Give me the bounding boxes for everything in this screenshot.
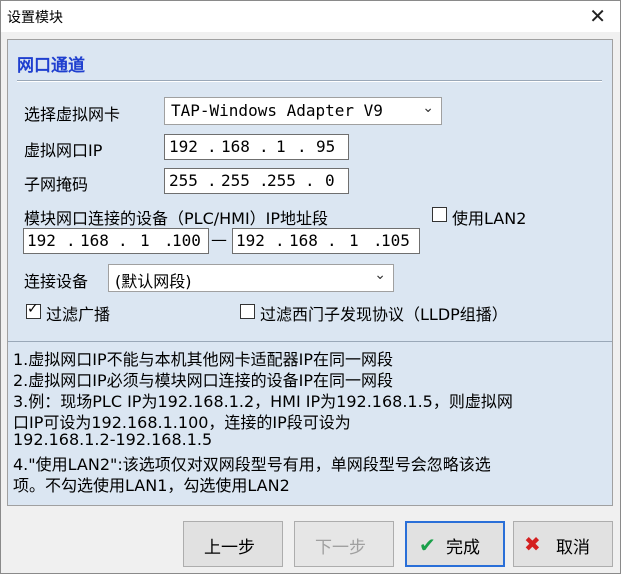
connect-device-value: (默认网段) <box>115 272 192 291</box>
note-line: 192.168.1.2-192.168.1.5 <box>13 430 213 449</box>
finish-button-label: 完成 <box>446 538 480 558</box>
ip-octet: 95 <box>316 137 336 156</box>
ip-octet: 255 <box>267 171 296 190</box>
filter-lldp-checkbox[interactable] <box>240 304 255 319</box>
next-button[interactable]: 下一步 <box>294 521 394 567</box>
ip-dot: . <box>275 231 285 250</box>
ip-dot: . <box>66 231 76 250</box>
notes-box: 1.虚拟网口IP不能与本机其他网卡适配器IP在同一网段 2.虚拟网口IP必须与模… <box>8 341 612 506</box>
adapter-select[interactable]: TAP-Windows Adapter V9 ⌄ <box>164 97 442 125</box>
chevron-down-icon: ⌄ <box>374 267 386 283</box>
chevron-down-icon: ⌄ <box>422 100 434 116</box>
ip-octet: 192 <box>236 231 265 250</box>
ip-octet: 168 <box>221 137 250 156</box>
virtual-ip-field[interactable]: 192 . 168 . 1 . 95 <box>164 134 349 160</box>
ip-dot: . <box>207 137 217 156</box>
ip-dot: . <box>207 171 217 190</box>
ip-octet: 192 <box>27 231 56 250</box>
use-lan2-checkbox[interactable] <box>432 207 447 222</box>
ip-octet: 0 <box>325 171 335 190</box>
virtual-ip-label: 虚拟网口IP <box>24 141 103 160</box>
close-icon[interactable]: ✕ <box>589 4 606 28</box>
ip-dot: . <box>327 231 337 250</box>
title-bar: 设置模块 ✕ <box>1 1 620 32</box>
device-ip-end-field[interactable]: 192 . 168 . 1 . 105 <box>232 228 420 254</box>
cancel-button-label: 取消 <box>556 538 590 558</box>
connect-device-label: 连接设备 <box>24 272 89 291</box>
ip-dot: . <box>259 137 269 156</box>
ip-octet: 1 <box>349 231 359 250</box>
prev-button-label: 上一步 <box>204 538 255 558</box>
ip-dot: . <box>297 137 307 156</box>
connect-device-select[interactable]: (默认网段) ⌄ <box>108 264 394 292</box>
ip-dot: . <box>118 231 128 250</box>
ip-octet: 168 <box>289 231 318 250</box>
ip-octet: 1 <box>276 137 286 156</box>
filter-broadcast-checkbox[interactable] <box>26 301 41 319</box>
device-ip-label: 模块网口连接的设备（PLC/HMI）IP地址段 <box>24 209 329 228</box>
settings-dialog: 设置模块 ✕ 网口通道 选择虚拟网卡 TAP-Windows Adapter V… <box>0 0 621 574</box>
ip-octet: 105 <box>381 231 410 250</box>
ip-octet: 168 <box>80 231 109 250</box>
section-title: 网口通道 <box>17 56 85 76</box>
section-divider <box>17 80 602 82</box>
device-ip-start-field[interactable]: 192 . 168 . 1 . 100 <box>23 228 209 254</box>
ip-octet: 1 <box>140 231 150 250</box>
filter-broadcast-label: 过滤广播 <box>46 305 111 324</box>
subnet-mask-label: 子网掩码 <box>24 175 89 194</box>
checkmark-icon: ✔ <box>419 533 436 557</box>
adapter-value: TAP-Windows Adapter V9 <box>171 101 383 120</box>
ip-dot: . <box>305 171 315 190</box>
filter-lldp-label: 过滤西门子发现协议（LLDP组播） <box>260 305 508 324</box>
ip-octet: 255 <box>221 171 250 190</box>
next-button-label: 下一步 <box>315 538 366 558</box>
ip-octet: 100 <box>172 231 201 250</box>
prev-button[interactable]: 上一步 <box>183 521 283 567</box>
subnet-mask-field[interactable]: 255 . 255 . 255 . 0 <box>164 168 349 194</box>
ip-octet: 192 <box>169 137 198 156</box>
window-title: 设置模块 <box>7 10 63 26</box>
note-line: 项。不勾选使用LAN1，勾选使用LAN2 <box>13 476 290 495</box>
cancel-button[interactable]: ✖ 取消 <box>513 521 613 567</box>
settings-panel: 网口通道 选择虚拟网卡 TAP-Windows Adapter V9 ⌄ 虚拟网… <box>7 39 613 506</box>
finish-button[interactable]: ✔ 完成 <box>405 521 505 567</box>
use-lan2-label: 使用LAN2 <box>452 209 527 228</box>
adapter-label: 选择虚拟网卡 <box>24 105 121 124</box>
cancel-icon: ✖ <box>524 532 541 556</box>
range-separator: — <box>211 230 227 249</box>
ip-octet: 255 <box>169 171 198 190</box>
